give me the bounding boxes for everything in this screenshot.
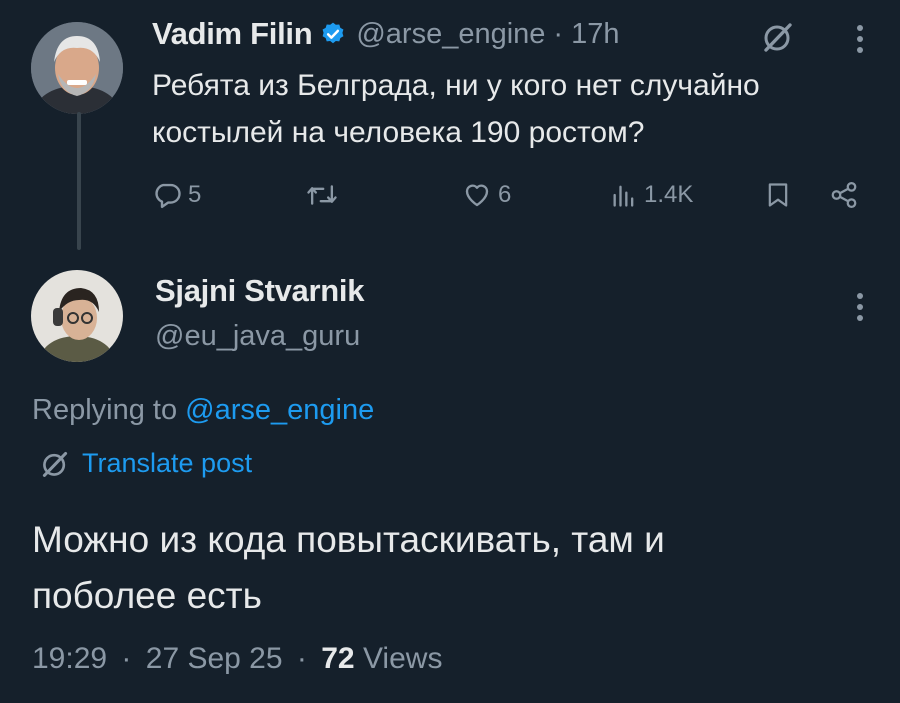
like-button[interactable]: 6 xyxy=(462,180,511,210)
parent-avatar[interactable] xyxy=(31,22,123,114)
views-button[interactable]: 1.4K xyxy=(610,180,693,210)
parent-handle[interactable]: @arse_engine xyxy=(356,18,545,51)
grok-icon[interactable] xyxy=(761,20,795,54)
share-icon[interactable] xyxy=(828,180,860,210)
reply-meta: 19:29 · 27 Sep 25 · 72 Views xyxy=(32,642,442,676)
like-icon xyxy=(462,180,492,210)
parent-header-separator: · xyxy=(553,17,564,50)
reply-views-count: 72 xyxy=(321,642,355,675)
retweet-button[interactable] xyxy=(306,180,338,210)
views-icon xyxy=(610,180,638,210)
reply-count: 5 xyxy=(188,181,202,208)
replying-to: Replying to @arse_engine xyxy=(32,394,374,427)
reply-text-line-2: поболее есть xyxy=(32,575,262,616)
parent-header: Vadim Filin @arse_engine · 17h xyxy=(152,12,619,56)
parent-text-line-1: Ребята из Белграда, ни у кого нет случай… xyxy=(152,69,760,102)
parent-more-icon[interactable] xyxy=(854,22,866,56)
replying-to-handle-link[interactable]: @arse_engine xyxy=(185,394,374,426)
parent-timestamp[interactable]: 17h xyxy=(571,18,619,51)
replying-to-prefix: Replying to xyxy=(32,394,186,426)
like-count: 6 xyxy=(498,181,512,208)
reply-text-line-1: Можно из кода повытаскивать, там и xyxy=(32,519,665,560)
reply-time[interactable]: 19:29 xyxy=(32,642,107,675)
reply-date[interactable]: 27 Sep 25 xyxy=(146,642,283,675)
reply-tweet-text: Можно из кода повытаскивать, там и побол… xyxy=(32,512,665,624)
translate-post-label: Translate post xyxy=(82,448,253,478)
retweet-icon xyxy=(306,180,338,210)
reply-button[interactable]: 5 xyxy=(152,180,201,210)
bookmark-icon[interactable] xyxy=(764,180,792,210)
parent-text-line-2: костылей на человека 190 ростом? xyxy=(152,116,645,149)
reply-handle[interactable]: @eu_java_guru xyxy=(155,320,360,353)
meta-separator-2: · xyxy=(296,642,307,675)
parent-author-name[interactable]: Vadim Filin xyxy=(152,16,313,52)
reply-views-label: Views xyxy=(362,642,443,675)
reply-avatar[interactable] xyxy=(31,270,123,362)
views-count: 1.4K xyxy=(644,181,694,208)
translate-icon xyxy=(40,449,70,479)
thread-connector-line xyxy=(77,112,81,250)
parent-tweet-text: Ребята из Белграда, ни у кого нет случай… xyxy=(152,62,760,156)
reply-author-name[interactable]: Sjajni Stvarnik xyxy=(155,273,364,309)
translate-post-button[interactable]: Translate post xyxy=(40,448,252,479)
reply-tweet: Sjajni Stvarnik @eu_java_guru Replying t… xyxy=(0,250,900,703)
verified-badge-icon xyxy=(320,21,346,47)
reply-more-icon[interactable] xyxy=(854,290,866,324)
meta-separator-1: · xyxy=(121,642,132,675)
reply-icon xyxy=(152,180,182,210)
parent-tweet[interactable]: Vadim Filin @arse_engine · 17h Ребята из… xyxy=(0,0,900,250)
